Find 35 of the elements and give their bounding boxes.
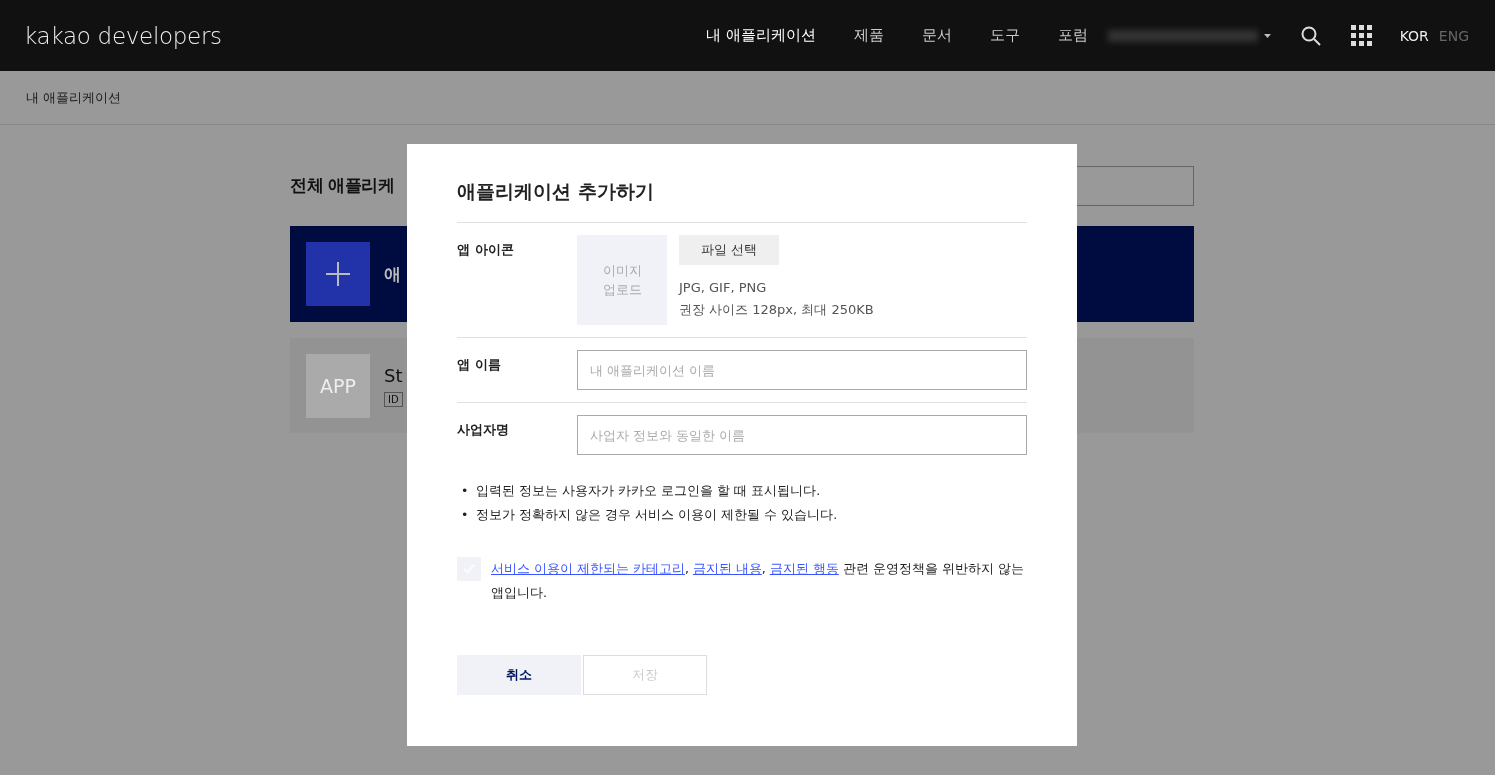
policy-link[interactable]: 금지된 행동 bbox=[769, 561, 839, 576]
bullet: • bbox=[461, 482, 469, 500]
add-app-label: 애 bbox=[384, 262, 401, 286]
text-field[interactable]: 사업자 정보와 동일한 이름 bbox=[577, 415, 1027, 455]
policy-link[interactable]: 서비스 이용이 제한되는 카테고리 bbox=[491, 561, 685, 576]
file-hint: 권장 사이즈 128px, 최대 250KB bbox=[679, 301, 874, 319]
bullet: • bbox=[461, 506, 469, 524]
app-icon: APP bbox=[306, 353, 370, 418]
language-link[interactable]: KOR bbox=[1399, 27, 1429, 44]
note-text: 입력된 정보는 사용자가 카카오 로그인을 할 때 표시됩니다. bbox=[476, 482, 821, 500]
field-label: 앱 아이콘 bbox=[457, 241, 515, 259]
apps-grid-icon[interactable] bbox=[1350, 25, 1372, 46]
plus-icon bbox=[306, 242, 370, 306]
cancel-button[interactable]: 취소 bbox=[457, 655, 581, 695]
nav-link[interactable]: 포럼 bbox=[1057, 26, 1088, 45]
logo[interactable]: kakao developers bbox=[24, 22, 222, 49]
nav-link[interactable]: 제품 bbox=[853, 26, 884, 45]
text-field[interactable]: 내 애플리케이션 이름 bbox=[577, 350, 1027, 390]
breadcrumb[interactable]: 내 애플리케이션 bbox=[26, 88, 122, 107]
agreement-text: 서비스 이용이 제한되는 카테고리, 금지된 내용, 금지된 행동 관련 운영정책을 위반하지 않는 앱입니다. bbox=[491, 560, 1025, 602]
file-hint: JPG, GIF, PNG bbox=[679, 279, 767, 297]
policy-link[interactable]: 금지된 내용 bbox=[692, 561, 762, 576]
field-label: 앱 이름 bbox=[457, 356, 502, 374]
note-text: 정보가 정확하지 않은 경우 서비스 이용이 제한될 수 있습니다. bbox=[476, 506, 838, 524]
app-id-tag: ID bbox=[384, 391, 403, 407]
nav-link[interactable]: 내 애플리케이션 bbox=[705, 26, 816, 45]
field-label: 사업자명 bbox=[457, 421, 510, 439]
caret-icon[interactable] bbox=[1263, 33, 1271, 38]
page-title: 전체 애플리케 bbox=[290, 174, 395, 197]
nav-link[interactable]: 도구 bbox=[989, 26, 1020, 45]
dialog-title: 애플리케이션 추가하기 bbox=[457, 179, 655, 202]
app-name: St bbox=[384, 364, 403, 386]
nav-link[interactable]: 문서 bbox=[921, 26, 952, 45]
file-select-button[interactable]: 파일 선택 bbox=[679, 235, 779, 265]
search-icon[interactable] bbox=[1300, 25, 1321, 46]
